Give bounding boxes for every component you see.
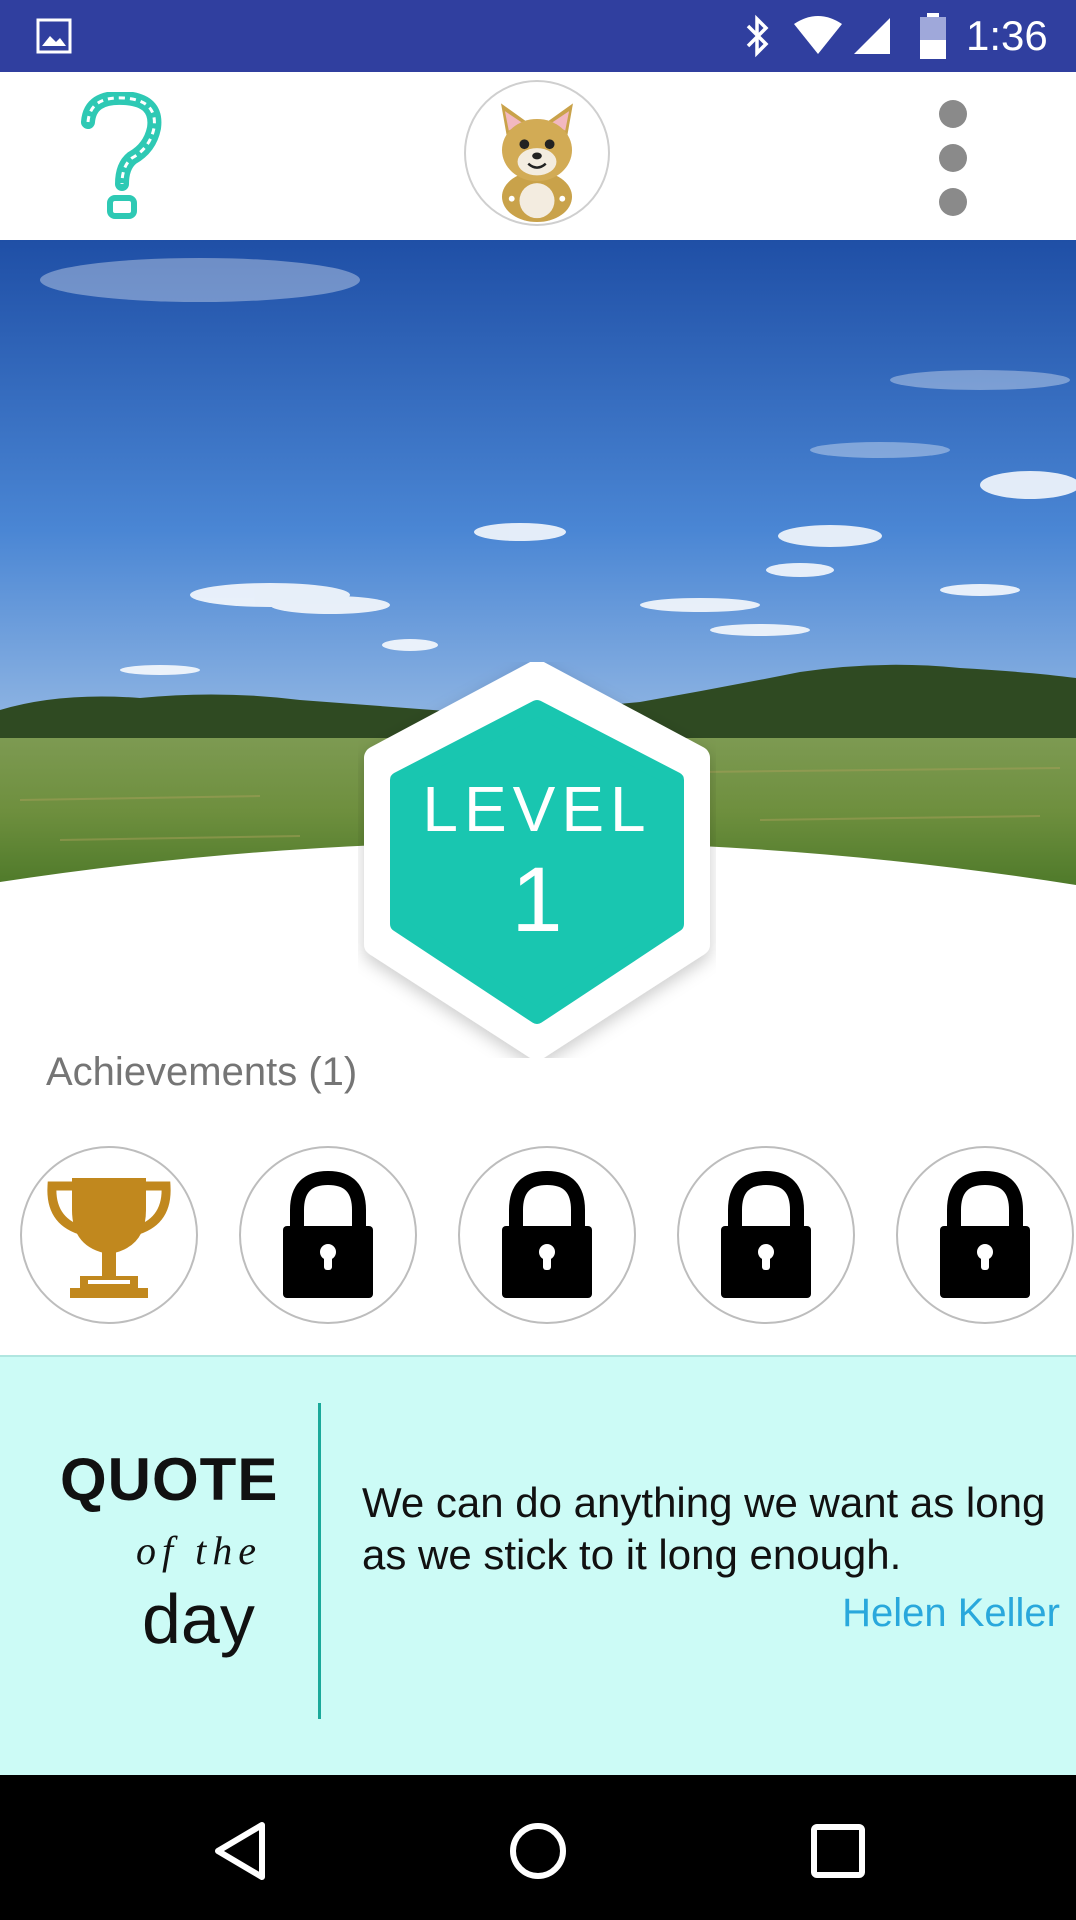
status-clock: 1:36 — [966, 12, 1048, 59]
trophy-icon — [47, 1178, 171, 1298]
achievement-locked[interactable] — [677, 1146, 855, 1324]
lock-icon — [502, 1170, 592, 1298]
achievements-title: Achievements (1) — [46, 1050, 358, 1094]
achievement-trophy[interactable] — [20, 1146, 198, 1324]
bluetooth-icon — [746, 14, 769, 58]
level-number: 1 — [511, 849, 563, 951]
achievement-locked[interactable] — [896, 1146, 1074, 1324]
battery-icon — [920, 13, 946, 59]
back-icon[interactable] — [200, 1811, 280, 1891]
level-label: LEVEL — [422, 773, 652, 845]
image-icon — [36, 18, 72, 54]
signal-icon — [854, 18, 890, 54]
lock-icon — [283, 1170, 373, 1298]
quote-of-the-day-panel: QUOTE of the day We can do anything we w… — [0, 1355, 1076, 1775]
quote-author[interactable]: Helen Keller — [842, 1591, 1060, 1636]
recents-icon[interactable] — [798, 1811, 878, 1891]
quote-text: We can do anything we want as long as we… — [362, 1479, 1046, 1578]
quote-divider — [318, 1403, 321, 1719]
level-badge: LEVEL 1 — [358, 662, 716, 1058]
quote-heading: QUOTE — [60, 1446, 279, 1513]
status-bar: 1:36 — [0, 0, 1076, 72]
overflow-menu-icon[interactable] — [930, 92, 976, 222]
app-bar — [0, 72, 1076, 240]
quote-heading-day: day — [142, 1580, 255, 1658]
cat-avatar[interactable] — [464, 80, 610, 226]
lock-icon — [940, 1170, 1030, 1298]
navigation-bar — [0, 1775, 1076, 1920]
achievements-list — [0, 1146, 1076, 1326]
quote-heading-ofthe: of the — [136, 1528, 262, 1573]
lock-icon — [721, 1170, 811, 1298]
help-question-icon[interactable] — [80, 92, 170, 222]
achievement-locked[interactable] — [239, 1146, 417, 1324]
achievement-locked[interactable] — [458, 1146, 636, 1324]
wifi-icon — [794, 16, 842, 54]
home-icon[interactable] — [498, 1811, 578, 1891]
